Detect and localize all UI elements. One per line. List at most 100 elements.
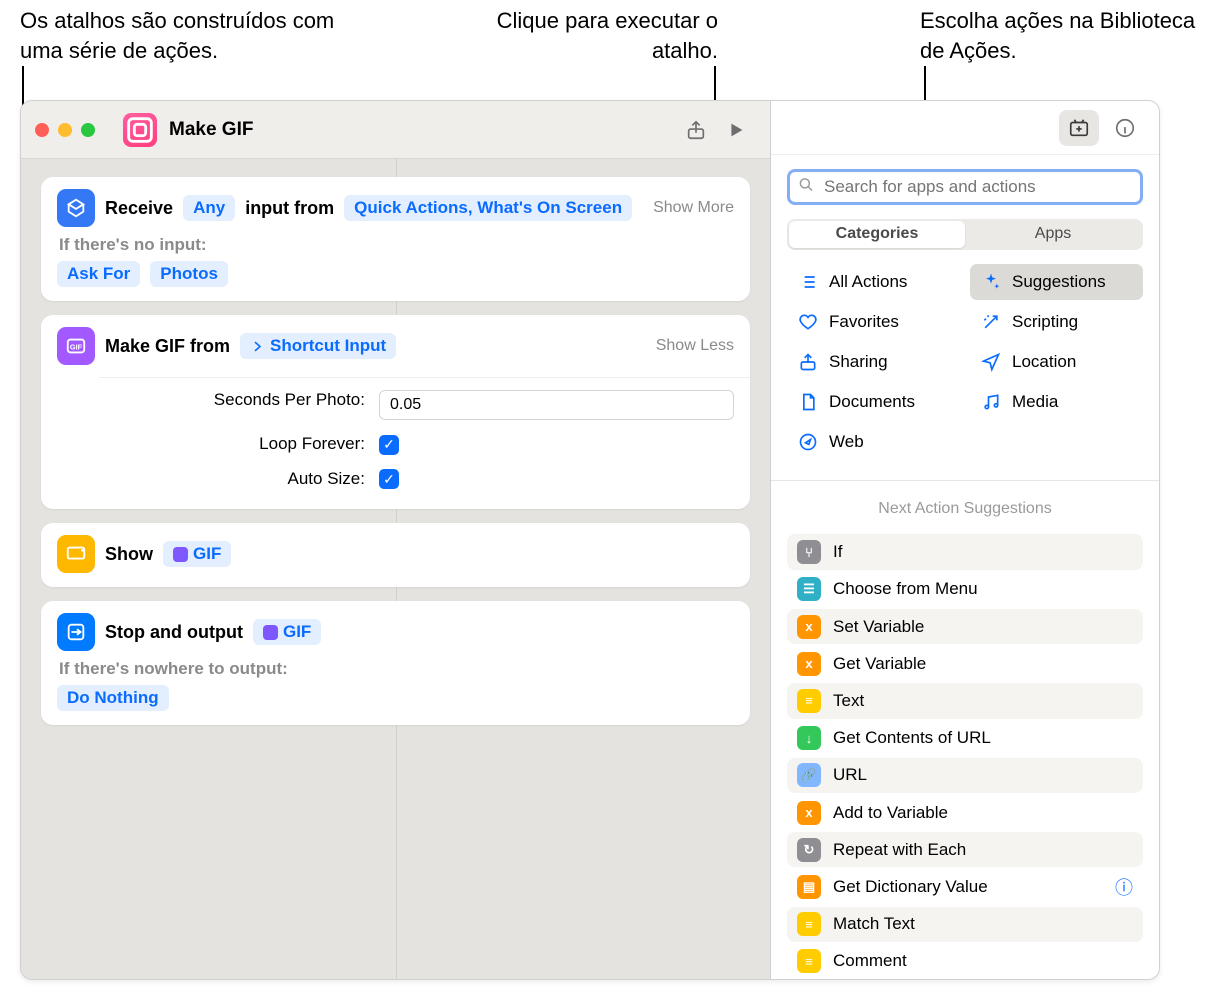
text-icon: ≡ xyxy=(797,912,821,936)
sparkle-icon xyxy=(980,271,1002,293)
download-icon: ↓ xyxy=(797,726,821,750)
auto-label: Auto Size: xyxy=(288,469,366,490)
branch-icon: ⑂ xyxy=(797,540,821,564)
variable-icon: x xyxy=(797,801,821,825)
dictionary-icon: ▤ xyxy=(797,875,821,899)
callout-actions: Os atalhos são construídos com uma série… xyxy=(20,6,350,65)
cat-all-actions[interactable]: All Actions xyxy=(787,264,960,300)
sug-choose-menu[interactable]: ☰Choose from Menu xyxy=(787,572,1143,607)
receive-showmore[interactable]: Show More xyxy=(653,199,734,217)
info-toggle-button[interactable] xyxy=(1105,110,1145,146)
cat-label: Favorites xyxy=(829,312,899,332)
share-icon xyxy=(797,351,819,373)
wand-icon xyxy=(980,311,1002,333)
categories-apps-segmented[interactable]: Categories Apps xyxy=(787,219,1143,250)
cat-sharing[interactable]: Sharing xyxy=(787,344,960,380)
minimize-window-button[interactable] xyxy=(58,123,72,137)
sug-label: Match Text xyxy=(833,914,915,934)
sug-label: URL xyxy=(833,765,867,785)
photos-token[interactable]: Photos xyxy=(150,261,228,287)
variable-icon: x xyxy=(797,615,821,639)
sug-label: Add to Variable xyxy=(833,803,948,823)
action-receive[interactable]: Receive Any input from Quick Actions, Wh… xyxy=(41,177,750,301)
search-icon xyxy=(797,176,815,199)
cat-location[interactable]: Location xyxy=(970,344,1143,380)
suggestions-list: ⑂If ☰Choose from Menu xSet Variable xGet… xyxy=(787,534,1143,979)
sug-label: If xyxy=(833,542,842,562)
text-icon: ≡ xyxy=(797,689,821,713)
suggestions-header: Next Action Suggestions xyxy=(787,494,1143,520)
askfor-token[interactable]: Ask For xyxy=(57,261,140,287)
cat-favorites[interactable]: Favorites xyxy=(787,304,960,340)
sug-add-to-variable[interactable]: x Add to Variable xyxy=(787,795,1143,830)
share-button[interactable] xyxy=(676,113,716,147)
info-icon[interactable]: ⓘ xyxy=(1115,874,1133,900)
callout-run: Clique para executar o atalho. xyxy=(448,6,718,65)
donothing-token[interactable]: Do Nothing xyxy=(57,685,169,711)
makegif-showless[interactable]: Show Less xyxy=(656,337,734,355)
loop-checkbox[interactable]: ✓ xyxy=(379,435,399,455)
stop-icon xyxy=(57,613,95,651)
location-icon xyxy=(980,351,1002,373)
search-field-wrap xyxy=(787,169,1143,205)
sug-match-text[interactable]: ≡ Match Text xyxy=(787,907,1143,942)
heart-icon xyxy=(797,311,819,333)
spp-input[interactable] xyxy=(379,390,734,420)
sug-get-dict-value[interactable]: ▤ Get Dictionary Value ⓘ xyxy=(787,869,1143,904)
sug-label: Comment xyxy=(833,951,907,971)
search-input[interactable] xyxy=(787,169,1143,205)
window-title: Make GIF xyxy=(169,119,253,141)
sug-get-variable[interactable]: xGet Variable xyxy=(787,646,1143,681)
sug-label: Get Dictionary Value xyxy=(833,877,988,897)
actions-canvas[interactable]: Receive Any input from Quick Actions, Wh… xyxy=(21,159,770,979)
stop-gif-label: GIF xyxy=(283,622,311,642)
stop-gif-token[interactable]: GIF xyxy=(253,619,321,645)
editor-main: Make GIF Receive Any input from xyxy=(21,101,771,979)
shortcut-input-label: Shortcut Input xyxy=(270,336,386,356)
cat-documents[interactable]: Documents xyxy=(787,384,960,420)
sug-if[interactable]: ⑂ If xyxy=(787,534,1143,569)
cat-label: Location xyxy=(1012,352,1076,372)
shortcut-input-token[interactable]: Shortcut Input xyxy=(240,333,396,359)
show-title: Show xyxy=(105,544,153,565)
sug-label: Text xyxy=(833,691,864,711)
sug-label: Repeat with Each xyxy=(833,840,966,860)
library-toggle-button[interactable] xyxy=(1059,110,1099,146)
action-make-gif[interactable]: GIF Make GIF from Shortcut Input Show Le… xyxy=(41,315,750,509)
sug-get-url-contents[interactable]: ↓Get Contents of URL xyxy=(787,721,1143,756)
cat-scripting[interactable]: Scripting xyxy=(970,304,1143,340)
action-stop[interactable]: Stop and output GIF If there's nowhere t… xyxy=(41,601,750,725)
receive-any-token[interactable]: Any xyxy=(183,195,235,221)
cat-suggestions[interactable]: Suggestions xyxy=(970,264,1143,300)
zoom-window-button[interactable] xyxy=(81,123,95,137)
titlebar: Make GIF xyxy=(21,101,770,159)
seg-categories[interactable]: Categories xyxy=(789,221,965,248)
close-window-button[interactable] xyxy=(35,123,49,137)
nowhere-label: If there's nowhere to output: xyxy=(59,659,734,679)
cat-web[interactable]: Web xyxy=(787,424,960,460)
compass-icon xyxy=(797,431,819,453)
menu-icon: ☰ xyxy=(797,577,821,601)
sug-repeat-each[interactable]: ↻Repeat with Each xyxy=(787,832,1143,867)
sug-set-variable[interactable]: xSet Variable xyxy=(787,609,1143,644)
document-icon xyxy=(797,391,819,413)
receive-source-token[interactable]: Quick Actions, What's On Screen xyxy=(344,195,632,221)
spp-label: Seconds Per Photo: xyxy=(214,390,365,420)
noinput-label: If there's no input: xyxy=(59,235,734,255)
makegif-title: Make GIF from xyxy=(105,336,230,357)
run-button[interactable] xyxy=(716,113,756,147)
makegif-icon: GIF xyxy=(57,327,95,365)
cat-media[interactable]: Media xyxy=(970,384,1143,420)
show-icon xyxy=(57,535,95,573)
gif-glyph-icon xyxy=(173,547,188,562)
show-gif-token[interactable]: GIF xyxy=(163,541,231,567)
cat-label: Suggestions xyxy=(1012,272,1106,292)
cat-label: Documents xyxy=(829,392,915,412)
sug-url[interactable]: 🔗URL xyxy=(787,758,1143,793)
sug-text[interactable]: ≡ Text xyxy=(787,683,1143,718)
action-show[interactable]: Show GIF xyxy=(41,523,750,587)
sug-comment[interactable]: ≡Comment xyxy=(787,944,1143,979)
seg-apps[interactable]: Apps xyxy=(965,221,1141,248)
stop-title: Stop and output xyxy=(105,622,243,643)
auto-checkbox[interactable]: ✓ xyxy=(379,469,399,489)
